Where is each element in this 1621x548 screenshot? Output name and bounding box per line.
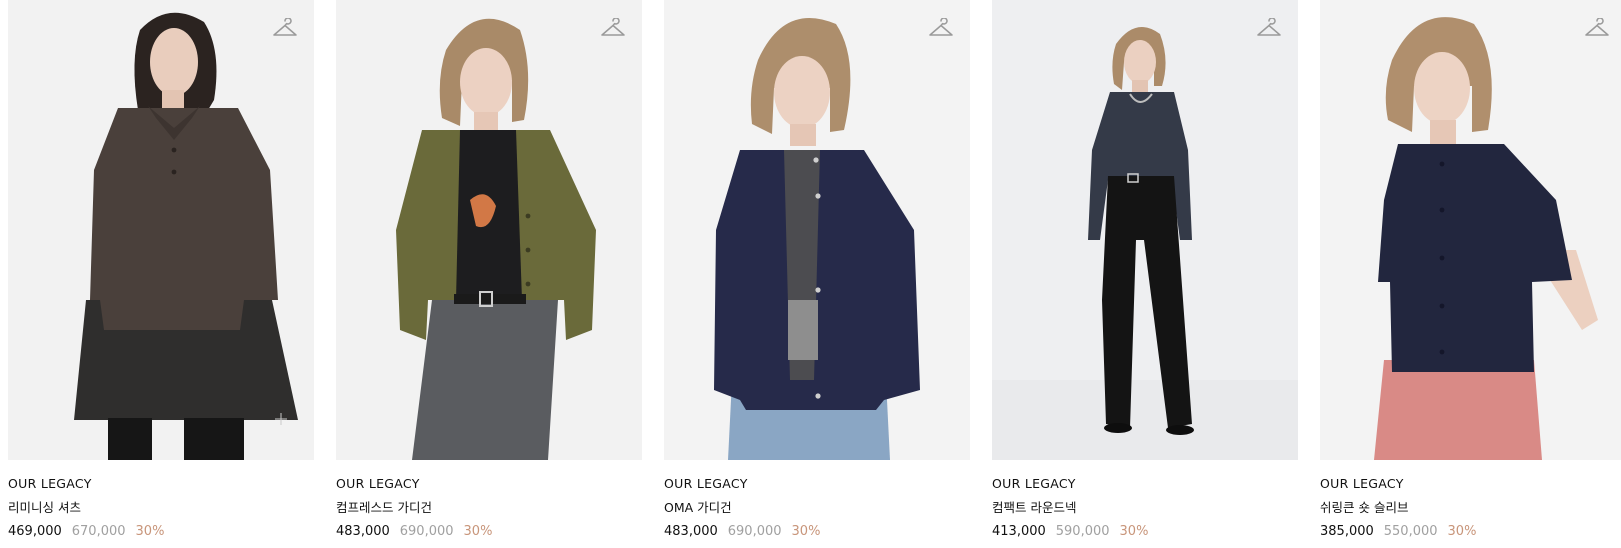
product-photo-model [1320, 0, 1621, 460]
sale-price: 483,000 [664, 524, 718, 539]
product-image[interactable] [8, 0, 314, 460]
product-brand[interactable]: OUR LEGACY [336, 476, 642, 492]
product-info: OUR LEGACY 리미니싱 셔츠 469,000 670,000 30% [8, 460, 314, 540]
product-name[interactable]: 리미니싱 셔츠 [8, 499, 314, 516]
sale-price: 385,000 [1320, 524, 1374, 539]
sale-price: 483,000 [336, 524, 390, 539]
product-image[interactable] [336, 0, 642, 460]
product-photo-model [992, 0, 1298, 460]
discount-rate: 30% [1119, 524, 1149, 539]
original-price: 690,000 [399, 524, 454, 539]
product-card[interactable]: OUR LEGACY 컴프레스드 가디건 483,000 690,000 30% [336, 0, 642, 540]
product-image[interactable] [664, 0, 970, 460]
product-name[interactable]: 쉬링큰 숏 슬리브 [1320, 499, 1621, 516]
discount-rate: 30% [791, 524, 821, 539]
original-price: 670,000 [71, 524, 126, 539]
hanger-icon[interactable] [1584, 18, 1610, 40]
product-info: OUR LEGACY 컴프레스드 가디건 483,000 690,000 30% [336, 460, 642, 540]
discount-rate: 30% [463, 524, 493, 539]
product-photo-model [336, 0, 642, 460]
hanger-icon[interactable] [272, 18, 298, 40]
product-brand[interactable]: OUR LEGACY [992, 476, 1298, 492]
product-card[interactable]: OUR LEGACY 리미니싱 셔츠 469,000 670,000 30% [8, 0, 314, 540]
product-info: OUR LEGACY 컴팩트 라운드넥 413,000 590,000 30% [992, 460, 1298, 540]
hanger-icon[interactable] [600, 18, 626, 40]
product-info: OUR LEGACY OMA 가디건 483,000 690,000 30% [664, 460, 970, 540]
product-card[interactable]: OUR LEGACY 컴팩트 라운드넥 413,000 590,000 30% [992, 0, 1298, 540]
product-card[interactable]: OUR LEGACY 쉬링큰 숏 슬리브 385,000 550,000 30% [1320, 0, 1621, 540]
hanger-icon[interactable] [928, 18, 954, 40]
discount-rate: 30% [1447, 524, 1477, 539]
product-photo-model [8, 0, 314, 460]
product-image[interactable] [1320, 0, 1621, 460]
sale-price: 469,000 [8, 524, 62, 539]
product-name[interactable]: 컴팩트 라운드넥 [992, 499, 1298, 516]
product-brand[interactable]: OUR LEGACY [664, 476, 970, 492]
product-info: OUR LEGACY 쉬링큰 숏 슬리브 385,000 550,000 30% [1320, 460, 1621, 540]
product-card[interactable]: OUR LEGACY OMA 가디건 483,000 690,000 30% [664, 0, 970, 540]
product-image[interactable] [992, 0, 1298, 460]
product-photo-model [664, 0, 970, 460]
original-price: 690,000 [727, 524, 782, 539]
product-brand[interactable]: OUR LEGACY [1320, 476, 1621, 492]
sale-price: 413,000 [992, 524, 1046, 539]
product-grid: OUR LEGACY 리미니싱 셔츠 469,000 670,000 30% O… [0, 0, 1621, 548]
product-prices: 483,000 690,000 30% [664, 524, 970, 540]
product-prices: 413,000 590,000 30% [992, 524, 1298, 540]
product-name[interactable]: OMA 가디건 [664, 499, 970, 516]
hanger-icon[interactable] [1256, 18, 1282, 40]
product-prices: 385,000 550,000 30% [1320, 524, 1621, 540]
discount-rate: 30% [135, 524, 165, 539]
product-prices: 483,000 690,000 30% [336, 524, 642, 540]
product-prices: 469,000 670,000 30% [8, 524, 314, 540]
product-name[interactable]: 컴프레스드 가디건 [336, 499, 642, 516]
product-brand[interactable]: OUR LEGACY [8, 476, 314, 492]
original-price: 550,000 [1383, 524, 1438, 539]
original-price: 590,000 [1055, 524, 1110, 539]
plus-icon [275, 413, 287, 425]
